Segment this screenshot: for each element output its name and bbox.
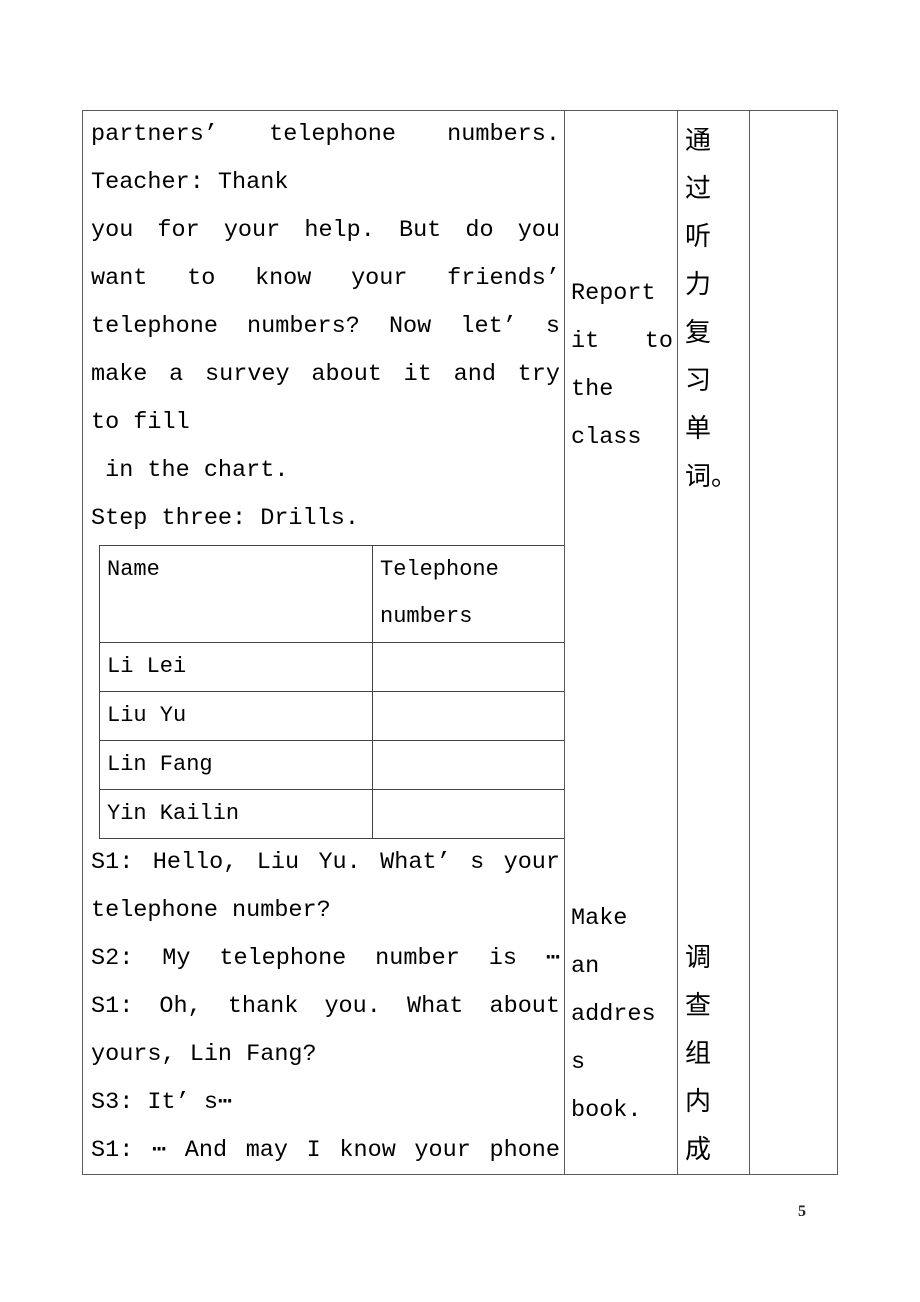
- document-page: partners’ telephone numbers. Teacher: Th…: [0, 0, 920, 1302]
- chinese-char: 成: [685, 1135, 712, 1165]
- teaching-content-inner: partners’ telephone numbers. Teacher: Th…: [83, 111, 564, 1174]
- content-line: to fill: [91, 409, 190, 436]
- purpose-line: it to: [571, 328, 673, 355]
- content-line: telephone numbers? Now let’ s: [91, 313, 560, 340]
- content-line: yours, Lin Fang?: [91, 1041, 317, 1068]
- table-row: Liu Yu: [99, 691, 564, 741]
- content-line: S3: It’ s⋯: [91, 1089, 233, 1116]
- activity-purpose-column: Report it to the class Make an addres s …: [565, 111, 678, 1174]
- purpose-block-two: Make an addres s book.: [565, 895, 677, 1135]
- page-number: 5: [798, 1203, 806, 1220]
- chinese-char: 过: [685, 174, 712, 204]
- teaching-content-column: partners’ telephone numbers. Teacher: Th…: [83, 111, 565, 1174]
- survey-cell-name: Liu Yu: [99, 691, 373, 741]
- chinese-char: 内: [685, 1087, 712, 1117]
- content-line: you for your help. But do you: [91, 217, 560, 244]
- chinese-char: 习: [685, 366, 712, 396]
- survey-header-telephone-line2: numbers: [380, 604, 473, 629]
- survey-cell-telephone: [372, 642, 564, 692]
- content-line: Teacher: Thank: [91, 169, 289, 196]
- chinese-char: 通: [685, 126, 712, 156]
- content-line: Step three: Drills.: [91, 505, 359, 532]
- content-line: telephone number?: [91, 897, 331, 924]
- chinese-char: 单: [685, 414, 712, 444]
- survey-header-name: Name: [99, 545, 373, 643]
- chinese-note-block-one: 通 过 听 力 复 习 单 词。: [678, 117, 749, 501]
- chinese-char: 复: [685, 318, 712, 348]
- content-line: S2: My telephone number is ⋯: [91, 945, 560, 972]
- purpose-line: an: [571, 953, 600, 980]
- content-line: partners’ telephone numbers.: [91, 121, 560, 148]
- survey-table: Name Telephone numbers Li Lei Liu Yu Lin…: [99, 545, 564, 839]
- survey-cell-name: Li Lei: [99, 642, 373, 692]
- survey-header-telephone-line1: Telephone: [380, 557, 499, 582]
- purpose-line: the: [571, 376, 614, 403]
- content-line: want to know your friends’: [91, 265, 560, 292]
- content-line: S1: ⋯ And may I know your phone: [91, 1137, 560, 1164]
- content-line: in the chart.: [91, 457, 289, 484]
- survey-cell-name: Lin Fang: [99, 740, 373, 790]
- survey-cell-name: Yin Kailin: [99, 789, 373, 839]
- purpose-line: Report: [571, 280, 656, 307]
- chinese-char: 听: [685, 222, 712, 252]
- chinese-char: 组: [685, 1039, 712, 1069]
- empty-notes-column: [750, 111, 836, 1174]
- survey-cell-telephone: [372, 691, 564, 741]
- purpose-line: book.: [571, 1097, 642, 1124]
- chinese-char: 力: [685, 270, 712, 300]
- chinese-char: 词。: [685, 462, 738, 492]
- purpose-line: addres: [571, 1001, 656, 1028]
- purpose-line: s: [571, 1049, 586, 1076]
- purpose-line: class: [571, 424, 642, 451]
- content-line: S1: Hello, Liu Yu. What’ s your: [91, 849, 560, 876]
- table-row: Li Lei: [99, 642, 564, 692]
- table-row: Lin Fang: [99, 740, 564, 790]
- purpose-block-one: Report it to the class: [565, 270, 677, 462]
- chinese-notes-column: 通 过 听 力 复 习 单 词。 调 查 组 内 成: [678, 111, 750, 1174]
- survey-cell-telephone: [372, 789, 564, 839]
- table-row: Yin Kailin: [99, 789, 564, 839]
- chinese-char: 查: [685, 991, 712, 1021]
- survey-header-telephone: Telephone numbers: [372, 545, 564, 643]
- content-line: S1: Oh, thank you. What about: [91, 993, 560, 1020]
- purpose-line: Make: [571, 905, 628, 932]
- table-header-row: Name Telephone numbers: [99, 545, 564, 643]
- chinese-char: 调: [685, 943, 712, 973]
- content-line: make a survey about it and try: [91, 361, 560, 388]
- survey-cell-telephone: [372, 740, 564, 790]
- chinese-note-block-two: 调 查 组 内 成: [678, 934, 749, 1174]
- lesson-plan-table: partners’ telephone numbers. Teacher: Th…: [82, 110, 838, 1175]
